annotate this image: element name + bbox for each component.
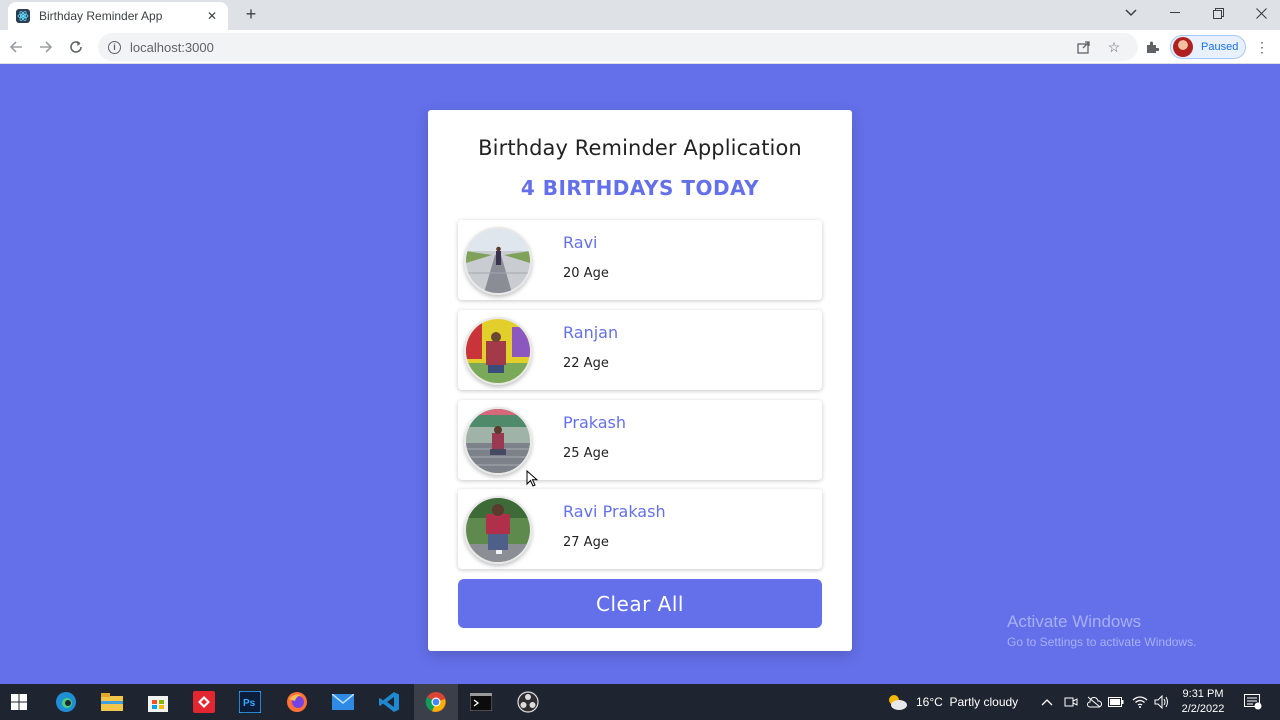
watermark-title: Activate Windows [1007, 612, 1142, 631]
tab-close-icon[interactable]: ✕ [204, 8, 220, 24]
wifi-icon[interactable] [1132, 684, 1148, 720]
partly-cloudy-icon [886, 693, 908, 711]
obs-icon[interactable] [516, 690, 540, 714]
weather-widget[interactable]: 16°C Partly cloudy [886, 684, 1018, 720]
browser-toolbar: i localhost:3000 ☆ Paused ⋮ [0, 30, 1280, 64]
person-item: Ranjan 22 Age [458, 310, 822, 390]
person-photo [464, 496, 532, 564]
activation-watermark: Activate Windows Go to Settings to activ… [1007, 612, 1196, 649]
meet-now-icon[interactable] [1064, 684, 1078, 720]
cloud-sync-icon[interactable] [1086, 684, 1102, 720]
clear-all-button[interactable]: Clear All [458, 579, 822, 628]
svg-text:Ps: Ps [243, 698, 256, 709]
share-icon[interactable] [1075, 38, 1093, 56]
reload-icon[interactable] [66, 37, 86, 57]
person-age: 20 Age [563, 266, 609, 281]
site-info-icon[interactable]: i [108, 40, 121, 54]
system-clock[interactable]: 9:31 PM 2/2/2022 [1178, 687, 1228, 717]
weather-text: 16°C Partly cloudy [916, 695, 1019, 709]
avatar [1173, 37, 1193, 57]
more-menu-icon[interactable]: ⋮ [1253, 38, 1271, 56]
birthday-count-heading: 4 BIRTHDAYS TODAY [520, 176, 760, 200]
terminal-icon[interactable] [469, 690, 493, 714]
notifications-icon[interactable] [1244, 684, 1262, 720]
person-name: Ravi Prakash [563, 502, 666, 521]
page-title: Birthday Reminder Application [478, 136, 802, 160]
person-name: Ranjan [563, 323, 619, 342]
person-item: Ravi 20 Age [458, 220, 822, 300]
photoshop-icon[interactable]: Ps [238, 690, 262, 714]
edge-icon[interactable] [54, 690, 78, 714]
bookmark-star-icon[interactable]: ☆ [1105, 38, 1123, 56]
show-hidden-icons-icon[interactable] [1041, 684, 1053, 720]
restore-icon[interactable] [1207, 4, 1229, 22]
tab-title: Birthday Reminder App [39, 9, 163, 23]
url-text: localhost:3000 [130, 39, 214, 55]
person-name: Ravi [563, 233, 598, 252]
volume-icon[interactable] [1154, 684, 1170, 720]
file-explorer-icon[interactable] [100, 690, 124, 714]
birthday-card: Birthday Reminder Application 4 BIRTHDAY… [428, 110, 852, 651]
tab-search-icon[interactable] [1120, 4, 1142, 22]
person-item: Prakash 25 Age [458, 400, 822, 480]
back-icon[interactable] [6, 37, 26, 57]
vscode-icon[interactable] [377, 690, 401, 714]
profile-button[interactable]: Paused [1170, 35, 1246, 59]
person-photo [464, 227, 532, 295]
address-bar[interactable]: i localhost:3000 [98, 33, 1138, 61]
firefox-icon[interactable] [285, 690, 309, 714]
close-window-icon[interactable] [1250, 4, 1272, 22]
person-photo [464, 407, 532, 475]
react-favicon-icon [16, 9, 30, 23]
clock-date: 2/2/2022 [1181, 703, 1225, 715]
person-age: 25 Age [563, 446, 609, 461]
store-icon[interactable] [146, 690, 170, 714]
person-age: 27 Age [563, 535, 609, 550]
taskbar: Ps 16°C Partly cloudy 9:31 PM 2/2/2022 [0, 684, 1280, 720]
chrome-icon[interactable] [414, 684, 458, 720]
person-name: Prakash [563, 413, 627, 432]
forward-icon[interactable] [36, 37, 56, 57]
person-age: 22 Age [563, 356, 609, 371]
watermark-subtitle: Go to Settings to activate Windows. [1007, 635, 1197, 649]
person-photo [464, 317, 532, 385]
browser-tab[interactable]: Birthday Reminder App ✕ [8, 2, 228, 30]
windows-start-icon[interactable] [7, 690, 31, 714]
minimize-icon[interactable] [1164, 4, 1186, 22]
mouse-cursor-icon [526, 469, 539, 493]
person-item: Ravi Prakash 27 Age [458, 489, 822, 569]
new-tab-icon[interactable]: + [242, 4, 260, 24]
mail-icon[interactable] [331, 690, 355, 714]
profile-status: Paused [1201, 41, 1239, 53]
battery-icon[interactable] [1108, 684, 1124, 720]
anydesk-icon[interactable] [192, 690, 216, 714]
clock-time: 9:31 PM [1182, 688, 1224, 700]
extensions-icon[interactable] [1143, 38, 1161, 56]
browser-tabstrip: Birthday Reminder App ✕ + [0, 0, 1280, 30]
